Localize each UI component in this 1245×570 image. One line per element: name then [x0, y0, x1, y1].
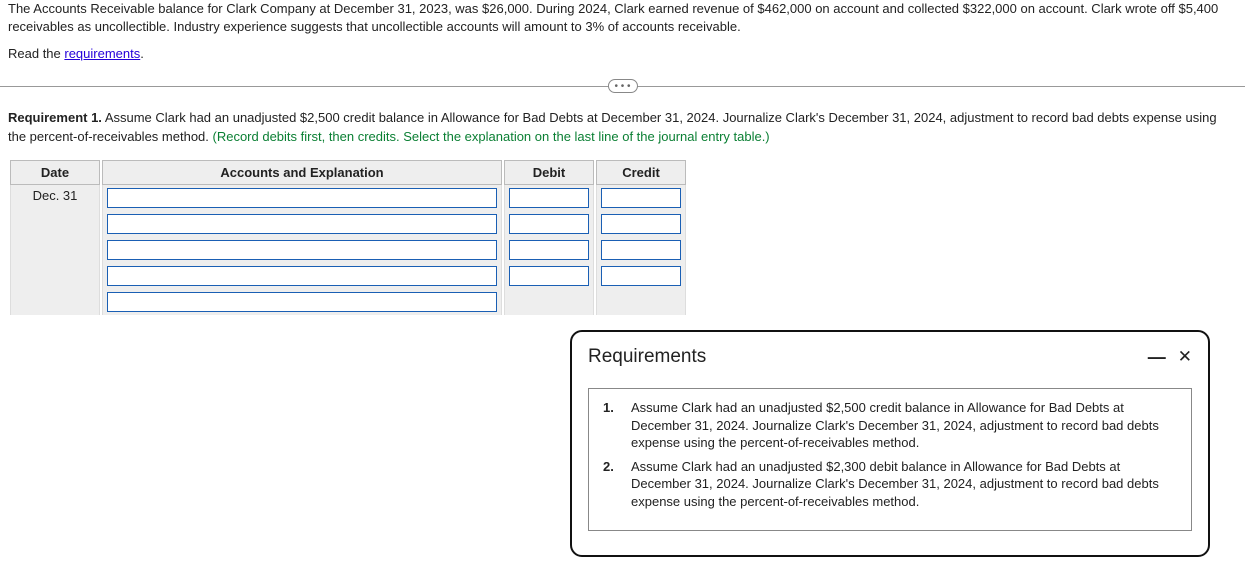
- date-cell-empty: [10, 237, 100, 263]
- accounts-input-4[interactable]: [107, 266, 497, 286]
- read-prefix: Read the: [8, 46, 64, 61]
- debit-blank: [504, 289, 594, 315]
- table-row: Dec. 31: [10, 185, 686, 211]
- date-cell-empty: [10, 289, 100, 315]
- minimize-icon[interactable]: —: [1148, 347, 1166, 368]
- req-text: Assume Clark had an unadjusted $2,300 de…: [631, 458, 1177, 511]
- table-row: [10, 289, 686, 315]
- debit-input-4[interactable]: [509, 266, 589, 286]
- problem-statement: The Accounts Receivable balance for Clar…: [0, 0, 1245, 40]
- requirement-1-instruction: (Record debits first, then credits. Sele…: [213, 129, 770, 144]
- read-suffix: .: [140, 46, 144, 61]
- accounts-input-3[interactable]: [107, 240, 497, 260]
- requirements-list: 1. Assume Clark had an unadjusted $2,500…: [603, 399, 1177, 510]
- requirements-modal: Requirements — ✕ 1. Assume Clark had an …: [570, 330, 1210, 557]
- table-row: [10, 263, 686, 289]
- explanation-input[interactable]: [107, 292, 497, 312]
- list-item: 2. Assume Clark had an unadjusted $2,300…: [603, 458, 1177, 511]
- credit-input-4[interactable]: [601, 266, 681, 286]
- credit-input-2[interactable]: [601, 214, 681, 234]
- read-requirements-line: Read the requirements.: [0, 40, 1245, 77]
- section-divider: • • •: [0, 77, 1245, 95]
- credit-input-1[interactable]: [601, 188, 681, 208]
- list-item: 1. Assume Clark had an unadjusted $2,500…: [603, 399, 1177, 452]
- header-accounts: Accounts and Explanation: [102, 160, 502, 185]
- header-date: Date: [10, 160, 100, 185]
- requirement-1-block: Requirement 1. Assume Clark had an unadj…: [0, 109, 1245, 153]
- accounts-input-2[interactable]: [107, 214, 497, 234]
- modal-title: Requirements: [588, 346, 706, 368]
- journal-entry-table: Date Accounts and Explanation Debit Cred…: [8, 160, 688, 315]
- date-cell: Dec. 31: [10, 185, 100, 211]
- header-debit: Debit: [504, 160, 594, 185]
- requirements-box: 1. Assume Clark had an unadjusted $2,500…: [588, 388, 1192, 531]
- requirements-link[interactable]: requirements: [64, 46, 140, 61]
- modal-controls: — ✕: [1148, 347, 1192, 368]
- expand-pill[interactable]: • • •: [607, 79, 637, 93]
- accounts-input-1[interactable]: [107, 188, 497, 208]
- modal-header: Requirements — ✕: [588, 346, 1192, 368]
- requirement-1-label: Requirement 1.: [8, 110, 102, 125]
- credit-blank: [596, 289, 686, 315]
- debit-input-1[interactable]: [509, 188, 589, 208]
- table-row: [10, 211, 686, 237]
- close-icon[interactable]: ✕: [1178, 347, 1192, 367]
- date-cell-empty: [10, 211, 100, 237]
- debit-input-3[interactable]: [509, 240, 589, 260]
- table-header-row: Date Accounts and Explanation Debit Cred…: [10, 160, 686, 185]
- table-row: [10, 237, 686, 263]
- req-text: Assume Clark had an unadjusted $2,500 cr…: [631, 399, 1177, 452]
- credit-input-3[interactable]: [601, 240, 681, 260]
- header-credit: Credit: [596, 160, 686, 185]
- date-cell-empty: [10, 263, 100, 289]
- req-number: 1.: [603, 399, 617, 452]
- debit-input-2[interactable]: [509, 214, 589, 234]
- req-number: 2.: [603, 458, 617, 511]
